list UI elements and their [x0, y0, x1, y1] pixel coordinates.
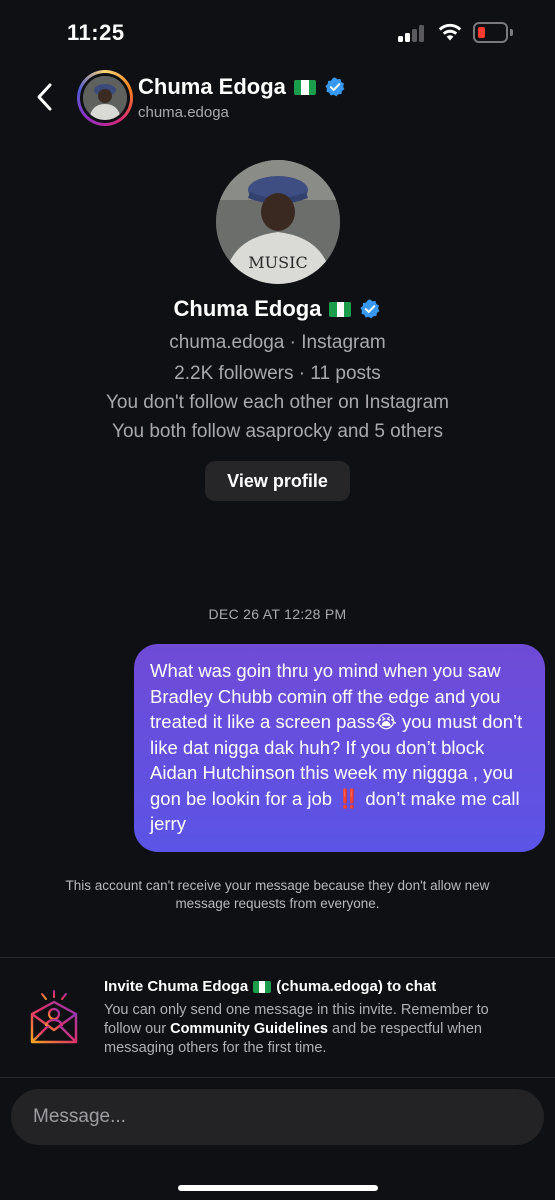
profile-follow-status: You don't follow each other on Instagram [105, 392, 450, 413]
verified-badge-icon [360, 299, 380, 319]
invite-title-prefix: Invite Chuma Edoga [104, 978, 249, 995]
profile-title: Chuma Edoga [0, 296, 555, 322]
svg-text:MUSIC: MUSIC [248, 253, 307, 272]
nigeria-flag-icon [329, 301, 352, 317]
avatar-photo [83, 76, 127, 120]
header-username: chuma.edoga [138, 104, 229, 121]
verified-badge-icon [325, 77, 345, 97]
message-composer [11, 1089, 544, 1145]
invite-description: You can only send one message in this in… [104, 1001, 524, 1058]
header-avatar[interactable] [77, 70, 133, 126]
profile-stats: 2.2K followers · 11 posts [174, 363, 381, 384]
wifi-icon [438, 23, 462, 41]
message-timestamp: DEC 26 AT 12:28 PM [208, 606, 347, 622]
nigeria-flag-icon [293, 79, 316, 95]
message-input[interactable] [33, 1089, 523, 1145]
home-indicator[interactable] [178, 1185, 378, 1191]
dm-thread-screen: 11:25 Chuma Edoga chuma.edoga MUSIC Chum… [0, 0, 555, 1200]
profile-avatar[interactable]: MUSIC [216, 160, 340, 284]
delivery-notice: This account can't receive your message … [65, 878, 490, 911]
header-title[interactable]: Chuma Edoga [138, 74, 346, 100]
invite-title-suffix: (chuma.edoga) to chat [276, 978, 437, 995]
sent-message-bubble[interactable]: What was goin thru yo mind when you saw … [134, 644, 545, 852]
profile-name: Chuma Edoga [173, 296, 322, 321]
battery-low-icon [473, 22, 513, 43]
status-time: 11:25 [67, 20, 125, 45]
cellular-signal-icon [398, 24, 428, 42]
invite-title: Invite Chuma Edoga (chuma.edoga) to chat [104, 978, 436, 995]
header-name: Chuma Edoga [138, 74, 286, 99]
message-text: What was goin thru yo mind when you saw … [150, 660, 523, 834]
community-guidelines-link[interactable]: Community Guidelines [170, 1021, 328, 1037]
divider [0, 1077, 555, 1078]
thread-header: Chuma Edoga chuma.edoga [0, 60, 555, 135]
chevron-left-icon[interactable] [30, 80, 60, 114]
nigeria-flag-icon [253, 980, 272, 993]
profile-mutuals: You both follow asaprocky and 5 others [112, 421, 443, 442]
status-bar: 11:25 [0, 0, 555, 60]
profile-photo: MUSIC [216, 160, 340, 284]
profile-subtitle: chuma.edoga · Instagram [169, 332, 386, 353]
view-profile-button[interactable]: View profile [205, 461, 350, 501]
invite-envelope-icon [30, 990, 78, 1044]
divider [0, 957, 555, 958]
